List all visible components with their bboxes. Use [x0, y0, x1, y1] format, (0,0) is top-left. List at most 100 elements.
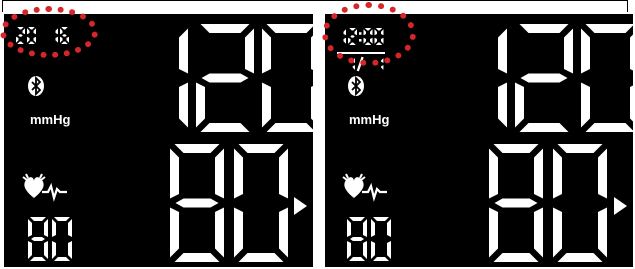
segment-c — [387, 241, 391, 259]
digit-8 — [489, 144, 543, 262]
digit-8 — [347, 217, 367, 261]
segment-g — [494, 198, 538, 208]
segment-e — [371, 241, 375, 259]
segment-f — [28, 219, 32, 237]
segment-b — [311, 35, 313, 70]
segment-f — [371, 219, 375, 237]
digit-0 — [581, 24, 633, 132]
segment-a — [30, 217, 46, 221]
segment-a — [174, 144, 220, 153]
digit-8 — [170, 144, 224, 262]
segment-c — [279, 207, 288, 258]
segment-a — [54, 217, 70, 221]
digit-1 — [179, 28, 188, 128]
segment-c — [68, 241, 72, 259]
segment-d — [30, 257, 46, 261]
right-triangle-icon — [614, 197, 627, 215]
segment-c — [215, 207, 224, 258]
segment-c — [352, 65, 355, 70]
digit-1 — [498, 28, 507, 128]
segment-c — [311, 86, 313, 121]
segment-a — [373, 217, 389, 221]
segment-c — [381, 65, 384, 70]
digit-0 — [234, 144, 288, 262]
segment-d — [349, 257, 365, 261]
diastolic-digits — [489, 144, 607, 262]
segment-f — [581, 28, 590, 74]
segment-e — [234, 207, 243, 258]
segment-d — [174, 253, 220, 262]
segment-e — [196, 82, 205, 128]
segment-d — [200, 123, 250, 132]
segment-a — [266, 24, 313, 33]
segment-d — [585, 123, 633, 132]
diastolic-digits — [170, 144, 288, 262]
pulse-digits — [347, 217, 391, 261]
bluetooth-icon — [348, 75, 364, 97]
segment-g — [350, 237, 364, 241]
segment-d — [54, 257, 70, 261]
segment-f — [52, 219, 56, 237]
segment-a — [585, 24, 633, 33]
segment-b — [279, 148, 288, 199]
segment-e — [52, 241, 56, 259]
digit-0 — [52, 217, 72, 261]
right-triangle-icon — [294, 197, 307, 215]
segment-b — [245, 28, 254, 74]
systolic-digits — [179, 24, 313, 132]
segment-g — [201, 73, 249, 83]
segment-e — [170, 207, 179, 258]
date-highlight-ring — [0, 6, 98, 58]
segment-c — [44, 241, 48, 259]
segment-f — [489, 148, 498, 199]
segment-a — [493, 144, 539, 153]
segment-b — [630, 34, 633, 71]
segment-c — [598, 207, 607, 258]
digit-2 — [196, 24, 254, 132]
segment-d — [557, 253, 603, 262]
segment-b — [68, 219, 72, 237]
segment-b — [564, 28, 573, 74]
segment-c — [179, 82, 188, 128]
pulse-digits — [28, 217, 72, 261]
time-date-highlight-ring — [322, 2, 416, 66]
segment-f — [262, 28, 271, 74]
bluetooth-icon — [28, 75, 44, 97]
segment-c — [363, 241, 367, 259]
segment-c — [630, 85, 633, 122]
segment-f — [553, 148, 562, 199]
segment-e — [28, 241, 32, 259]
segment-b — [363, 219, 367, 237]
segment-e — [581, 82, 590, 128]
segment-b — [534, 148, 543, 199]
segment-e — [489, 207, 498, 258]
digit-8 — [28, 217, 48, 261]
segment-b — [44, 219, 48, 237]
segment-b — [179, 28, 188, 74]
segment-g — [31, 237, 45, 241]
segment-e — [553, 207, 562, 258]
segment-e — [515, 82, 524, 128]
segment-c — [498, 82, 507, 128]
digit-0 — [553, 144, 607, 262]
segment-b — [387, 219, 391, 237]
segment-f — [347, 219, 351, 237]
digit-0 — [371, 217, 391, 261]
segment-d — [373, 257, 389, 261]
digit-0 — [262, 24, 313, 132]
segment-a — [238, 144, 284, 153]
segment-a — [557, 144, 603, 153]
segment-d — [519, 123, 569, 132]
segment-b — [498, 28, 507, 74]
segment-a — [519, 24, 569, 33]
unit-label: mmHg — [30, 112, 71, 127]
outer-frame — [2, 0, 628, 12]
segment-e — [262, 82, 271, 128]
segment-d — [493, 253, 539, 262]
segment-c — [534, 207, 543, 258]
segment-g — [520, 73, 568, 83]
systolic-digits — [498, 24, 633, 132]
segment-f — [170, 148, 179, 199]
heart-pulse-icon — [22, 173, 67, 202]
segment-a — [349, 217, 365, 221]
